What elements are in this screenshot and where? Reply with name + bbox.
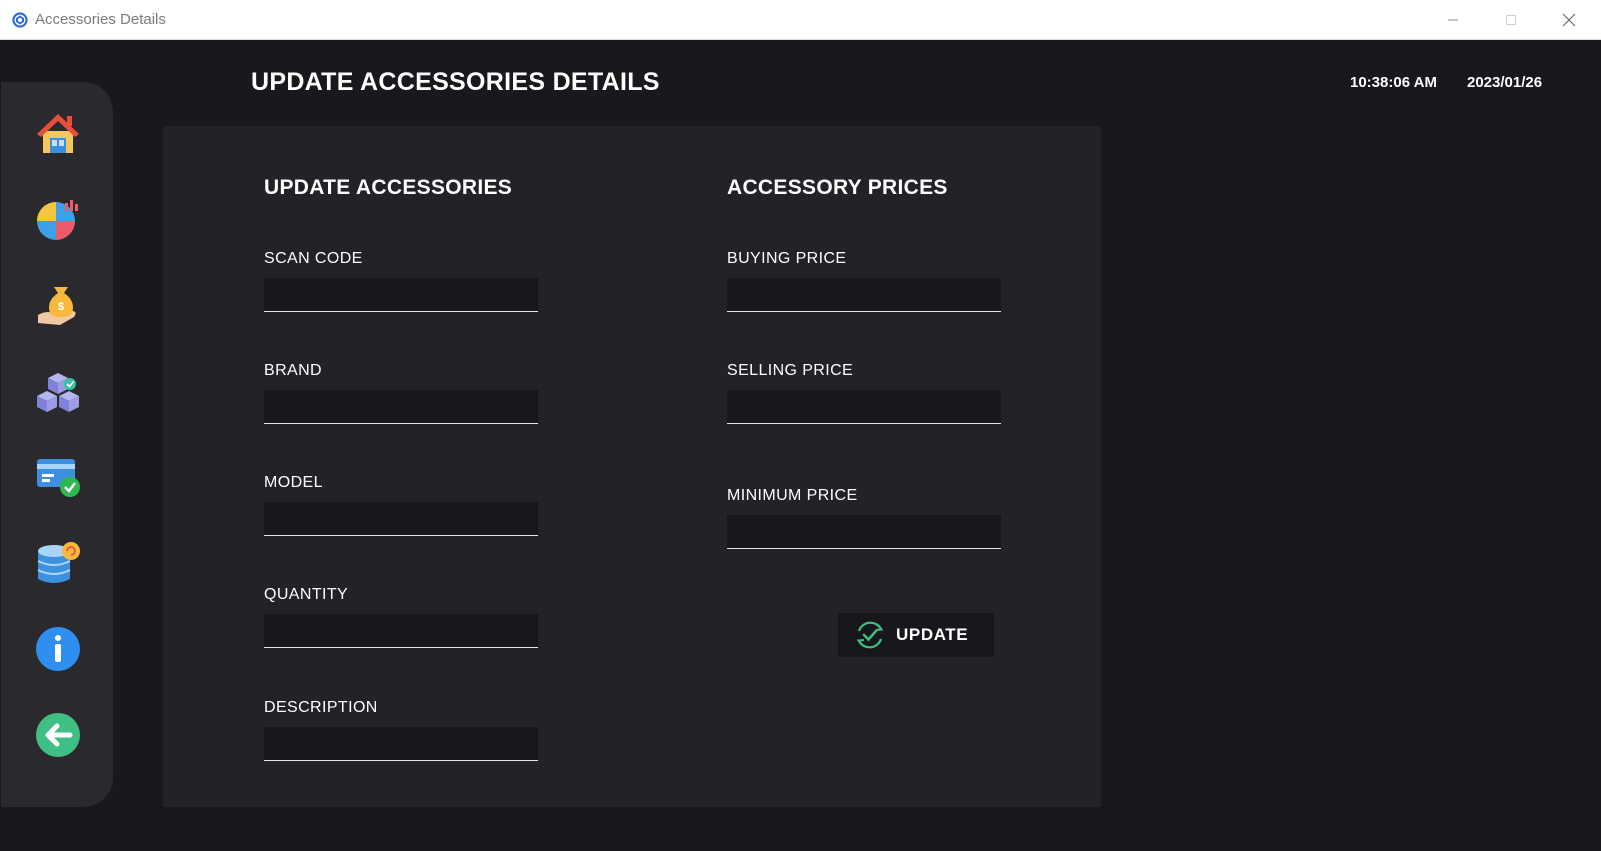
maximize-icon [1506, 15, 1516, 25]
boxes-icon [37, 373, 79, 412]
sidebar-item-back[interactable] [33, 710, 83, 760]
sidebar-item-home[interactable] [33, 108, 83, 158]
svg-text:$: $ [58, 301, 64, 313]
description-label: DESCRIPTION [264, 699, 378, 716]
minimum-price-label: MINIMUM PRICE [727, 487, 858, 504]
sidebar-item-payments[interactable] [33, 452, 83, 502]
home-icon [37, 114, 79, 153]
sidebar-item-sales[interactable]: $ [33, 280, 83, 330]
quantity-field[interactable] [264, 614, 538, 648]
selling-price-field[interactable] [727, 390, 1001, 424]
page-title: UPDATE ACCESSORIES DETAILS [251, 68, 660, 96]
buying-price-field[interactable] [727, 278, 1001, 312]
payment-card-check-icon [37, 459, 80, 497]
buying-price-label: BUYING PRICE [727, 250, 847, 267]
brand-label: BRAND [264, 362, 323, 379]
pie-chart-icon [37, 200, 78, 240]
update-accessories-heading: UPDATE ACCESSORIES [264, 176, 513, 199]
minimize-icon [1448, 19, 1458, 21]
close-button[interactable] [1540, 0, 1598, 40]
window-title: Accessories Details [35, 11, 166, 28]
description-field[interactable] [264, 727, 538, 761]
form-panel: UPDATE ACCESSORIES ACCESSORY PRICES SCAN… [163, 126, 1101, 807]
window-titlebar: Accessories Details [0, 0, 1601, 40]
maximize-button[interactable] [1482, 0, 1540, 40]
update-button[interactable]: UPDATE [838, 613, 994, 657]
info-icon [36, 627, 80, 671]
model-label: MODEL [264, 474, 323, 491]
refresh-check-icon [856, 621, 884, 649]
close-icon [1562, 13, 1576, 27]
back-arrow-icon [36, 713, 80, 757]
sidebar-item-reports[interactable] [33, 194, 83, 244]
model-field[interactable] [264, 502, 538, 536]
clock-time: 10:38:06 AM [1350, 74, 1437, 91]
scan-code-field[interactable] [264, 278, 538, 312]
sidebar-item-stock[interactable] [33, 366, 83, 416]
current-date: 2023/01/26 [1467, 74, 1543, 91]
money-bag-hand-icon: $ [38, 287, 76, 325]
app-logo-icon [12, 12, 28, 28]
sidebar-item-about[interactable] [33, 624, 83, 674]
minimum-price-field[interactable] [727, 515, 1001, 549]
selling-price-label: SELLING PRICE [727, 362, 854, 379]
update-button-label: UPDATE [896, 625, 969, 644]
scan-code-label: SCAN CODE [264, 250, 363, 267]
sidebar: $ [1, 82, 113, 807]
brand-field[interactable] [264, 390, 538, 424]
sidebar-item-database[interactable] [33, 538, 83, 588]
accessory-prices-heading: ACCESSORY PRICES [727, 176, 948, 199]
database-refresh-icon [37, 542, 80, 583]
quantity-label: QUANTITY [264, 586, 349, 603]
minimize-button[interactable] [1424, 0, 1482, 40]
